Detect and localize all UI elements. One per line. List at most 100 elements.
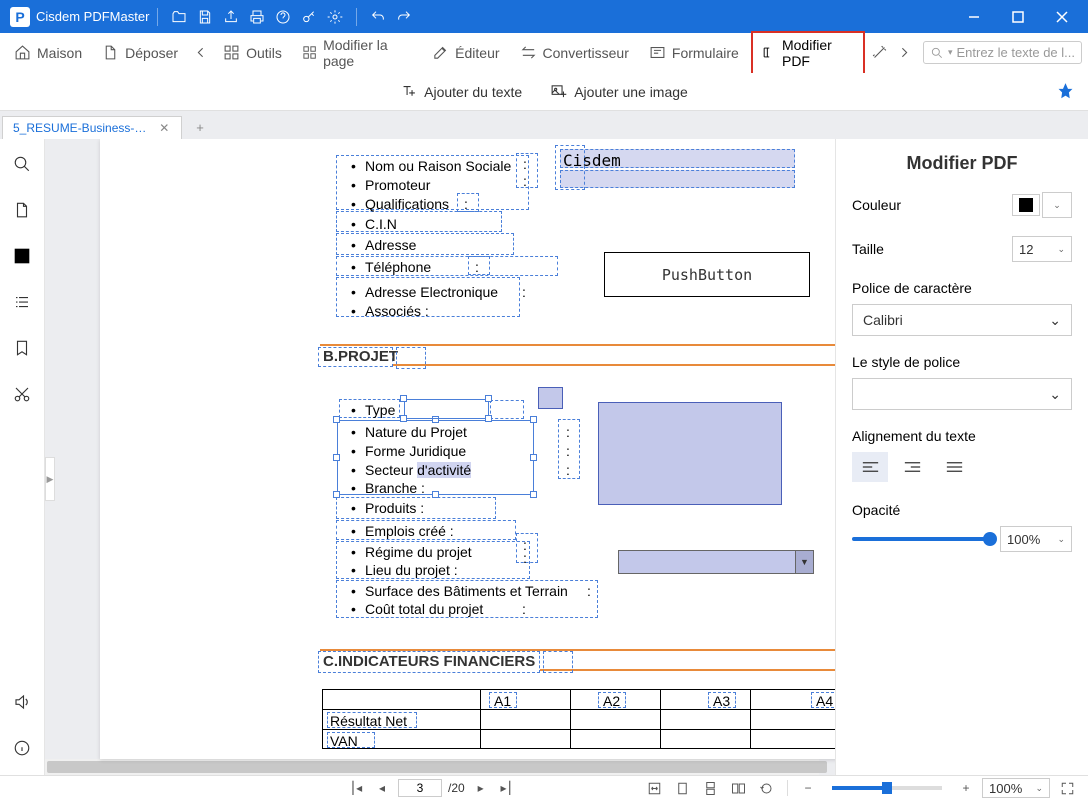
size-select[interactable]: 12⌄ xyxy=(1012,236,1072,262)
modify-page-button[interactable]: Modifier la page xyxy=(294,33,420,73)
nav-next-button[interactable] xyxy=(894,40,915,65)
svg-text:A: A xyxy=(18,252,26,264)
search-input[interactable]: ▾Entrez le texte de l... xyxy=(923,41,1082,64)
zoom-in-button[interactable]: + xyxy=(956,778,976,798)
minimize-button[interactable] xyxy=(952,0,996,33)
opacity-slider[interactable] xyxy=(852,537,990,541)
search-panel-icon[interactable] xyxy=(9,151,35,177)
field-label: Adresse Electronique xyxy=(365,282,498,303)
print-icon[interactable] xyxy=(244,4,270,30)
form-field[interactable] xyxy=(538,387,563,409)
field-label: Promoteur xyxy=(365,175,430,196)
zoom-slider[interactable] xyxy=(832,786,942,790)
field-label: C.I.N xyxy=(365,214,397,235)
field-label: Associés : xyxy=(365,301,429,322)
zoom-out-button[interactable]: − xyxy=(798,778,818,798)
opacity-value[interactable]: 100%⌄ xyxy=(1000,526,1072,552)
cisdem-text: Cisdem xyxy=(563,149,621,173)
open-icon[interactable] xyxy=(166,4,192,30)
document-tab[interactable]: 5_RESUME-Business-... * ✕ xyxy=(2,116,182,139)
add-image-button[interactable]: Ajouter une image xyxy=(550,83,688,100)
maximize-button[interactable] xyxy=(996,0,1040,33)
info-icon[interactable] xyxy=(9,735,35,761)
prev-page-button[interactable]: ◂ xyxy=(372,778,392,798)
font-label: Police de caractère xyxy=(852,280,1072,296)
nav-prev-button[interactable] xyxy=(190,40,211,65)
rotate-icon[interactable] xyxy=(755,778,777,798)
app-title: Cisdem PDFMaster xyxy=(36,9,149,24)
close-tab-icon[interactable]: ✕ xyxy=(157,121,171,135)
align-left-button[interactable] xyxy=(852,452,888,482)
document-canvas[interactable]: ▶ ◀ Nom ou Raison Sociale Promoteur Qual… xyxy=(45,139,835,775)
page-input[interactable] xyxy=(398,779,442,797)
pin-button[interactable] xyxy=(1057,83,1074,100)
tab-label: 5_RESUME-Business-... * xyxy=(13,121,147,135)
add-text-button[interactable]: Ajouter du texte xyxy=(400,83,522,100)
status-bar: ⎮◂ ◂ /20 ▸ ▸⎮ − + 100%⌄ xyxy=(0,775,1088,800)
text-panel-icon[interactable]: A xyxy=(9,243,35,269)
fullscreen-icon[interactable] xyxy=(1056,778,1078,798)
align-right-button[interactable] xyxy=(894,452,930,482)
key-icon[interactable] xyxy=(296,4,322,30)
properties-panel: Modifier PDF Couleur ⌄ Taille 12⌄ Police… xyxy=(835,139,1088,775)
pages-panel-icon[interactable] xyxy=(9,197,35,223)
home-button[interactable]: Maison xyxy=(6,40,90,65)
horizontal-scrollbar[interactable] xyxy=(45,759,819,775)
section-header: B.PROJET xyxy=(323,348,398,365)
first-page-button[interactable]: ⎮◂ xyxy=(346,778,366,798)
font-style-select[interactable]: ⌄ xyxy=(852,378,1072,410)
align-justify-button[interactable] xyxy=(936,452,972,482)
collapse-left-icon[interactable]: ▶ xyxy=(45,457,55,501)
field-label: Adresse xyxy=(365,235,416,256)
last-page-button[interactable]: ▸⎮ xyxy=(497,778,517,798)
opacity-label: Opacité xyxy=(852,502,1072,518)
pushbutton-control[interactable]: PushButton xyxy=(604,252,810,297)
pdf-page: Nom ou Raison Sociale Promoteur Qualific… xyxy=(100,139,835,759)
share-icon[interactable] xyxy=(218,4,244,30)
close-button[interactable] xyxy=(1040,0,1084,33)
size-label: Taille xyxy=(852,241,884,257)
form-field[interactable] xyxy=(598,402,782,505)
color-picker[interactable]: ⌄ xyxy=(1012,192,1072,218)
undo-icon[interactable] xyxy=(365,4,391,30)
align-label: Alignement du texte xyxy=(852,428,1072,444)
app-logo: P xyxy=(10,7,30,27)
redo-icon[interactable] xyxy=(391,4,417,30)
settings-icon[interactable] xyxy=(322,4,348,30)
help-icon[interactable] xyxy=(270,4,296,30)
tab-bar: 5_RESUME-Business-... * ✕ + xyxy=(0,111,1088,139)
file-button[interactable]: Déposer xyxy=(94,40,186,65)
continuous-icon[interactable] xyxy=(699,778,721,798)
converter-button[interactable]: Convertisseur xyxy=(512,40,637,65)
fit-width-icon[interactable] xyxy=(643,778,665,798)
form-button[interactable]: Formulaire xyxy=(641,40,747,65)
sub-toolbar: Ajouter du texte Ajouter une image xyxy=(0,73,1088,111)
save-icon[interactable] xyxy=(192,4,218,30)
field-label: Nom ou Raison Sociale xyxy=(365,156,511,177)
main-toolbar: Maison Déposer Outils Modifier la page É… xyxy=(0,33,1088,73)
tools-button[interactable]: Outils xyxy=(215,40,290,65)
cut-panel-icon[interactable] xyxy=(9,381,35,407)
editor-button[interactable]: Éditeur xyxy=(424,40,507,65)
field-label: Qualifications xyxy=(365,194,449,215)
next-page-button[interactable]: ▸ xyxy=(471,778,491,798)
add-tab-button[interactable]: + xyxy=(188,115,212,139)
zoom-select[interactable]: 100%⌄ xyxy=(982,778,1050,798)
single-page-icon[interactable] xyxy=(671,778,693,798)
bookmark-panel-icon[interactable] xyxy=(9,335,35,361)
modify-pdf-button[interactable]: Modifier PDF xyxy=(751,31,865,75)
panel-title: Modifier PDF xyxy=(852,153,1072,174)
font-select[interactable]: Calibri⌄ xyxy=(852,304,1072,336)
title-bar: P Cisdem PDFMaster xyxy=(0,0,1088,33)
style-label: Le style de police xyxy=(852,354,1072,370)
left-sidebar: A xyxy=(0,139,45,775)
color-label: Couleur xyxy=(852,197,901,213)
field-label: Téléphone xyxy=(365,257,431,278)
sound-icon[interactable] xyxy=(9,689,35,715)
page-total: /20 xyxy=(448,781,465,795)
outline-panel-icon[interactable] xyxy=(9,289,35,315)
form-dropdown[interactable]: ▼ xyxy=(618,550,814,574)
wand-button[interactable] xyxy=(869,40,890,65)
two-page-icon[interactable] xyxy=(727,778,749,798)
section-header: C.INDICATEURS FINANCIERS xyxy=(323,653,535,670)
